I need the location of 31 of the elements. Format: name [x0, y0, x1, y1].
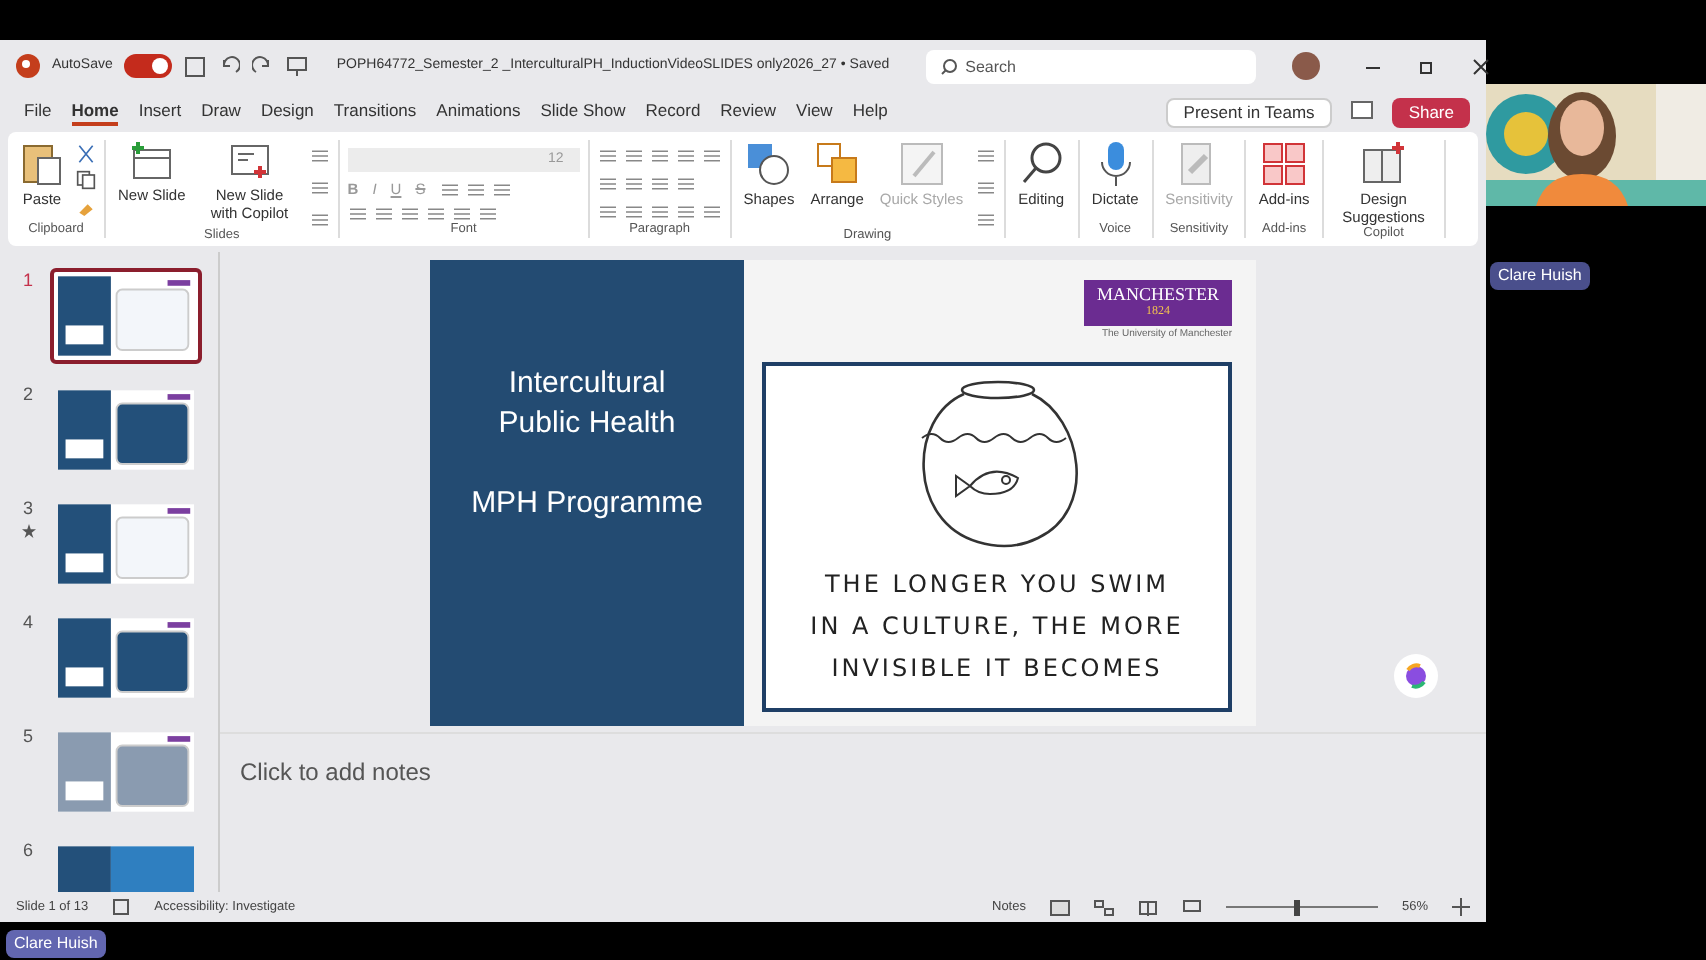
logo-name: MANCHESTER: [1096, 285, 1219, 303]
ribbon-tab[interactable]: Slide Show: [540, 97, 626, 127]
slide-number: 1: [22, 268, 33, 294]
ribbon-tab[interactable]: Draw: [201, 97, 241, 127]
slide-number: 4: [22, 610, 33, 636]
slide-subtitle: MPH Programme: [471, 484, 703, 524]
ribbon-tab[interactable]: Help: [852, 97, 888, 127]
quote-text: INVISIBLE IT BECOMES: [831, 651, 1163, 685]
quote-text: THE LONGER YOU SWIM: [824, 567, 1170, 601]
ribbon-tab[interactable]: Transitions: [333, 97, 417, 127]
ribbon-tab[interactable]: Insert: [138, 97, 182, 127]
ribbon-tab[interactable]: Design: [260, 97, 314, 127]
ribbon-tab[interactable]: File: [24, 97, 52, 127]
slide-number: 3: [22, 496, 33, 522]
participant-name: Clare Huish: [1490, 262, 1590, 290]
ribbon-tab[interactable]: View: [796, 97, 833, 127]
slide-title: Intercultural: [508, 364, 666, 404]
quote-text: IN A CULTURE, THE MORE: [810, 609, 1184, 643]
slide-number: 2: [22, 382, 33, 408]
participant-name: Clare Huish: [6, 930, 106, 958]
search-field[interactable]: Search: [925, 49, 1256, 83]
slide-title: Public Health: [498, 404, 676, 444]
share-button[interactable]: Share: [1392, 97, 1470, 127]
slide-number: 5: [22, 724, 33, 750]
ribbon-tab[interactable]: Record: [645, 97, 701, 127]
slide-number: 6: [22, 838, 33, 864]
ribbon-tab[interactable]: Animations: [436, 97, 521, 127]
present-in-teams-button[interactable]: Present in Teams: [1165, 97, 1333, 127]
ribbon-tab[interactable]: Review: [720, 97, 777, 127]
notes-placeholder[interactable]: Click to add notes: [240, 754, 431, 790]
ribbon-tab[interactable]: Home: [71, 97, 119, 127]
